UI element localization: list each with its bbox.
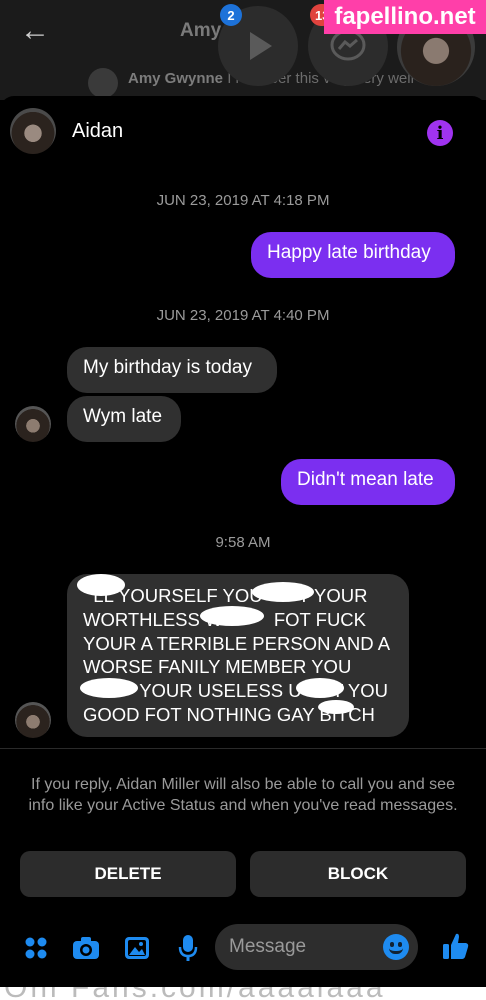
camera-icon[interactable]	[72, 934, 100, 962]
thumbs-up-icon[interactable]	[440, 930, 470, 962]
chat-header: Aidan i	[0, 96, 486, 166]
redaction-mark	[252, 582, 314, 602]
background-title: Amy	[180, 20, 222, 41]
incoming-message[interactable]: My birthday is today	[67, 347, 277, 393]
arrow-left-icon[interactable]: ←	[20, 14, 50, 48]
info-icon[interactable]: i	[427, 120, 453, 146]
delete-button[interactable]: DELETE	[20, 851, 236, 897]
microphone-icon[interactable]	[174, 934, 202, 962]
redaction-mark	[296, 678, 344, 698]
composer	[0, 921, 486, 973]
watermark: fapellino.net	[324, 0, 486, 34]
divider	[0, 748, 486, 749]
emoji-icon[interactable]	[383, 934, 409, 960]
redaction-mark	[80, 678, 138, 698]
apps-icon[interactable]	[22, 934, 50, 962]
unread-badge: 2	[220, 4, 242, 26]
avatar[interactable]	[10, 108, 56, 154]
message-input-container	[215, 924, 418, 970]
avatar	[15, 406, 51, 442]
incoming-message[interactable]: Wym late	[67, 396, 181, 442]
avatar	[15, 702, 51, 738]
timestamp: JUN 23, 2019 AT 4:18 PM	[156, 192, 330, 209]
chat-sheet: Aidan i JUN 23, 2019 AT 4:18 PM Happy la…	[0, 96, 486, 990]
block-button[interactable]: BLOCK	[250, 851, 466, 897]
image-icon[interactable]	[123, 934, 151, 962]
redaction-mark	[77, 574, 125, 596]
redaction-mark	[200, 606, 264, 626]
timestamp: 9:58 AM	[215, 534, 271, 551]
outgoing-message[interactable]: Happy late birthday	[251, 232, 455, 278]
contact-name[interactable]: Aidan	[72, 120, 123, 143]
incoming-message[interactable]: LL YOURSELF YOU T YOUR WORTHLESS W FOT F…	[67, 574, 409, 737]
timestamp: JUN 23, 2019 AT 4:40 PM	[156, 307, 330, 324]
message-request-notice: If you reply, Aidan Miller will also be …	[28, 776, 458, 814]
message-input[interactable]	[229, 924, 379, 970]
redaction-mark	[318, 700, 354, 714]
cropped-footer: Onl Fans.com/aaaaiaaa	[0, 987, 486, 1000]
outgoing-message[interactable]: Didn't mean late	[281, 459, 455, 505]
